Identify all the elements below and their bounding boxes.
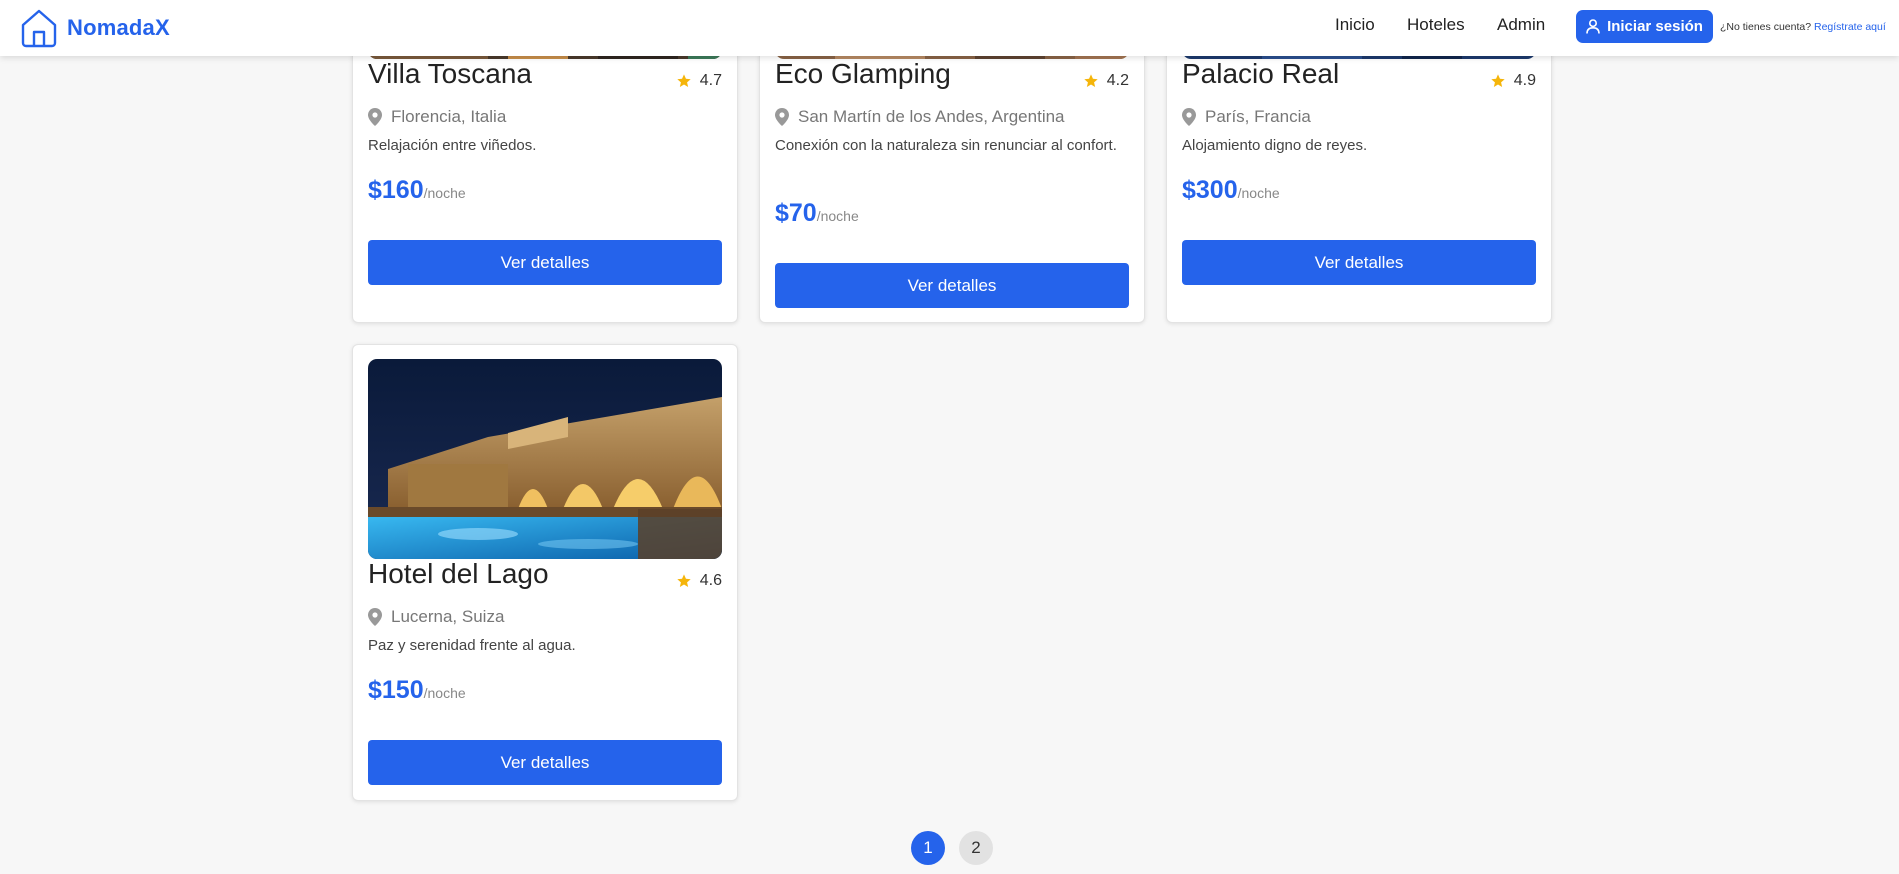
hotel-price: $300/noche — [1182, 176, 1280, 205]
rating-value: 4.2 — [1106, 72, 1129, 89]
price-amount: $160 — [368, 176, 424, 204]
rating-value: 4.7 — [699, 72, 722, 89]
hotel-price: $160/noche — [368, 176, 466, 205]
price-unit: /noche — [423, 685, 466, 701]
hotel-location: París, Francia — [1182, 107, 1311, 127]
hotel-description: Paz y serenidad frente al agua. — [368, 637, 576, 654]
hotel-name: Palacio Real — [1182, 58, 1340, 89]
hotel-description: Conexión con la naturaleza sin renunciar… — [775, 137, 1117, 154]
price-amount: $150 — [368, 676, 424, 704]
location-text: Lucerna, Suiza — [391, 607, 505, 626]
star-icon — [1491, 74, 1505, 87]
hotel-location: Lucerna, Suiza — [368, 607, 504, 627]
hotel-name: Eco Glamping — [775, 58, 951, 89]
view-details-button[interactable]: Ver detalles — [368, 240, 722, 285]
view-details-button[interactable]: Ver detalles — [775, 263, 1129, 308]
brand-logo[interactable]: NomadaX — [19, 5, 170, 51]
hotel-card: Hotel del Lago 4.6 Lucerna, Suiza Paz y … — [352, 344, 738, 801]
location-text: San Martín de los Andes, Argentina — [798, 107, 1065, 126]
view-details-button[interactable]: Ver detalles — [368, 740, 722, 785]
hotel-description: Relajación entre viñedos. — [368, 137, 537, 154]
view-details-button[interactable]: Ver detalles — [1182, 240, 1536, 285]
price-amount: $300 — [1182, 176, 1238, 204]
hotel-photo — [368, 359, 722, 559]
hotel-rating: 4.9 — [1490, 72, 1536, 90]
location-pin-icon — [368, 108, 382, 126]
price-amount: $70 — [775, 199, 817, 227]
hotel-card: Villa Toscana 4.7 Florencia, Italia Rela… — [352, 30, 738, 323]
hotel-rating: 4.6 — [676, 572, 722, 590]
hotel-image[interactable] — [368, 359, 722, 559]
price-unit: /noche — [1237, 185, 1280, 201]
signup-link[interactable]: Regístrate aquí — [1814, 21, 1886, 33]
login-button[interactable]: Iniciar sesión — [1576, 10, 1713, 43]
pagination-page-2[interactable]: 2 — [959, 831, 993, 865]
nav-hoteles[interactable]: Hoteles — [1407, 15, 1465, 35]
rating-value: 4.9 — [1513, 72, 1536, 89]
hotel-location: San Martín de los Andes, Argentina — [775, 107, 1065, 127]
location-text: París, Francia — [1205, 107, 1311, 126]
hotel-card: Eco Glamping 4.2 San Martín de los Andes… — [759, 30, 1145, 323]
pagination-page-1[interactable]: 1 — [911, 831, 945, 865]
hotel-name: Villa Toscana — [368, 58, 532, 89]
hotel-price: $70/noche — [775, 199, 859, 228]
nav-inicio[interactable]: Inicio — [1335, 15, 1375, 35]
star-icon — [677, 74, 691, 87]
nav-admin[interactable]: Admin — [1497, 15, 1545, 35]
hotel-price: $150/noche — [368, 676, 466, 705]
hotel-rating: 4.2 — [1083, 72, 1129, 90]
signup-prompt: ¿No tienes cuenta? Regístrate aquí — [1720, 21, 1886, 33]
rating-value: 4.6 — [699, 572, 722, 589]
star-icon — [677, 574, 691, 587]
location-pin-icon — [775, 108, 789, 126]
hotel-card: Palacio Real 4.9 París, Francia Alojamie… — [1166, 30, 1552, 323]
top-navbar: NomadaX Inicio Hoteles Admin Iniciar ses… — [0, 0, 1899, 56]
location-text: Florencia, Italia — [391, 107, 507, 126]
price-unit: /noche — [816, 208, 859, 224]
star-icon — [1084, 74, 1098, 87]
signup-question: ¿No tienes cuenta? — [1720, 21, 1812, 33]
login-label: Iniciar sesión — [1607, 18, 1703, 35]
price-unit: /noche — [423, 185, 466, 201]
location-pin-icon — [368, 608, 382, 626]
hotel-description: Alojamiento digno de reyes. — [1182, 137, 1368, 154]
brand-name: NomadaX — [67, 15, 170, 40]
house-icon — [21, 9, 57, 48]
hotel-name: Hotel del Lago — [368, 558, 549, 589]
location-pin-icon — [1182, 108, 1196, 126]
hotel-rating: 4.7 — [676, 72, 722, 90]
user-icon — [1586, 19, 1600, 34]
hotel-location: Florencia, Italia — [368, 107, 506, 127]
